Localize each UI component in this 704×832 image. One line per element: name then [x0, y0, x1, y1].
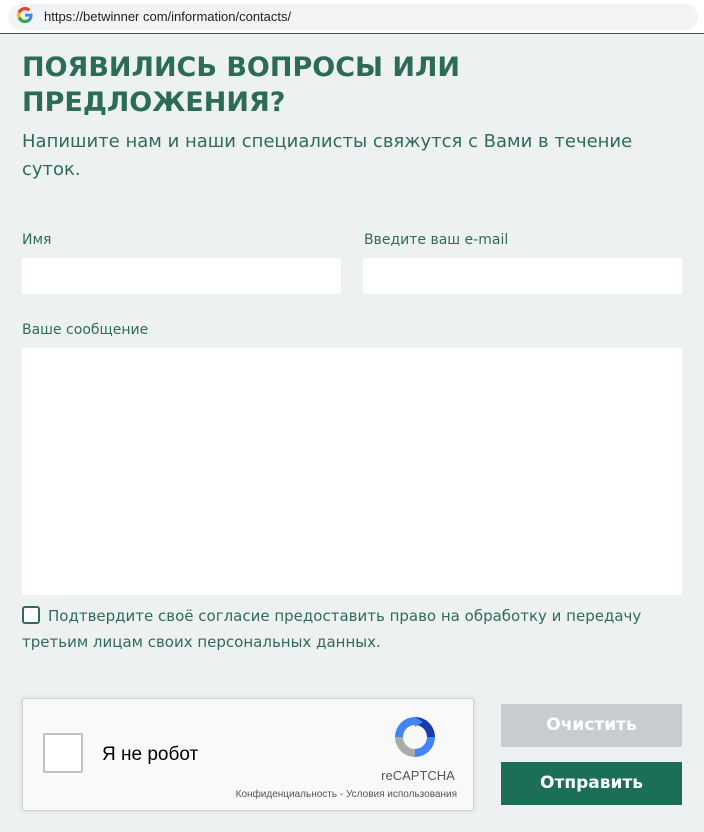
name-label: Имя	[22, 232, 52, 248]
header-divider	[0, 33, 704, 34]
message-label: Ваше сообщение	[22, 322, 149, 338]
recaptcha-links: Конфиденциальность - Условия использован…	[236, 789, 457, 800]
recaptcha-widget: Я не робот reCAPTCHA Конфиденциальность …	[22, 698, 474, 811]
recaptcha-label: Я не робот	[102, 744, 199, 765]
email-label: Введите ваш e-mail	[364, 232, 509, 248]
recaptcha-terms-link[interactable]: Условия использования	[346, 789, 457, 800]
message-textarea[interactable]	[22, 348, 682, 595]
url-text[interactable]: https://betwinner com/information/contac…	[44, 9, 291, 25]
name-input[interactable]	[22, 258, 341, 294]
google-g-icon	[17, 7, 33, 23]
recaptcha-privacy-link[interactable]: Конфиденциальность	[236, 789, 337, 800]
page-subtitle: Напишите нам и наши специалисты свяжутся…	[22, 131, 633, 180]
email-input[interactable]	[363, 258, 682, 294]
send-button[interactable]: Отправить	[501, 762, 682, 805]
recaptcha-brand: reCAPTCHA	[381, 768, 455, 783]
recaptcha-logo-icon	[395, 717, 435, 757]
clear-button[interactable]: Очистить	[501, 704, 682, 747]
consent-label: Подтвердите своё согласие предоставить п…	[22, 607, 642, 651]
recaptcha-separator: -	[339, 789, 344, 800]
recaptcha-checkbox[interactable]	[43, 733, 83, 773]
page-title: ПОЯВИЛИСЬ ВОПРОСЫ ИЛИ ПРЕДЛОЖЕНИЯ?	[22, 52, 461, 118]
browser-address-bar: https://betwinner com/information/contac…	[0, 0, 704, 33]
